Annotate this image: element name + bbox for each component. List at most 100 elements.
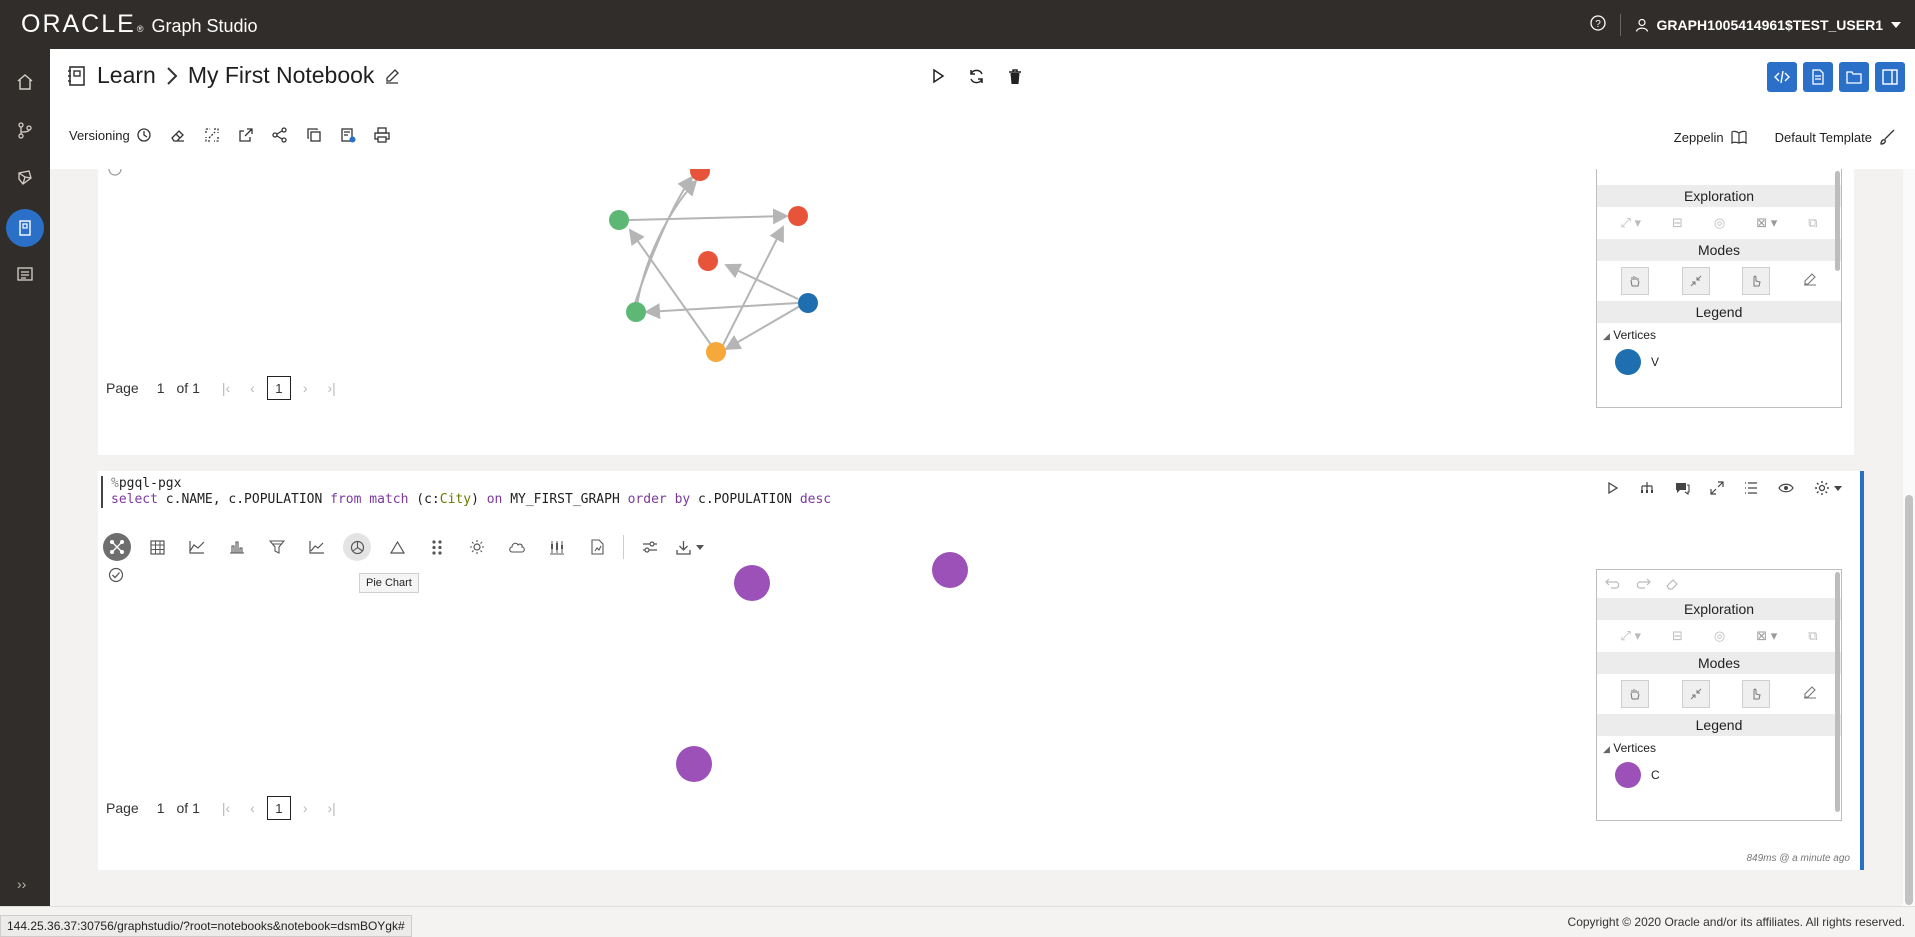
hierarchy-icon[interactable] (1640, 481, 1654, 495)
page-number-box[interactable]: 1 (266, 796, 291, 820)
user-menu[interactable]: GRAPH1005414961$TEST_USER1 (1635, 17, 1901, 33)
collapse-icon[interactable]: ⊟ (1672, 215, 1683, 231)
modes-tools (1597, 674, 1841, 714)
split-view-button[interactable] (1875, 62, 1905, 92)
expand-icon[interactable]: ⤢ ▾ (1620, 215, 1641, 231)
graph-edge (644, 302, 799, 320)
pager-total: of 1 (176, 800, 200, 816)
brand-logo[interactable]: ORACLE ® Graph Studio (21, 10, 258, 39)
group-icon[interactable]: ⊠ ▾ (1756, 215, 1777, 231)
legend-item[interactable]: V (1597, 347, 1841, 377)
graph-vertex[interactable] (734, 565, 770, 601)
gear-icon (1815, 481, 1829, 495)
first-page-icon[interactable]: |‹ (222, 380, 230, 396)
graph-settings-panel: Exploration ⤢ ▾ ⊟ ◎ ⊠ ▾ ⧉ Modes Legend ◢… (1596, 169, 1842, 408)
legend-header: Legend (1597, 714, 1841, 736)
eraser-icon[interactable] (170, 127, 186, 143)
user-name: GRAPH1005414961$TEST_USER1 (1656, 16, 1883, 33)
panel-scrollbar[interactable] (1835, 572, 1840, 812)
template-label: Default Template (1774, 129, 1872, 145)
legend-swatch (1615, 349, 1641, 375)
notebooks-icon[interactable] (6, 209, 44, 247)
graph-vertex[interactable] (690, 169, 710, 181)
pan-mode-icon[interactable] (1621, 267, 1650, 295)
document-view-button[interactable] (1803, 62, 1833, 92)
expand-rail-icon[interactable]: ›› (17, 876, 26, 892)
ungroup-icon[interactable]: ⧉ (1808, 215, 1817, 231)
graph-vertex[interactable] (609, 210, 629, 230)
redo-icon[interactable] (1635, 578, 1651, 590)
print-icon[interactable] (374, 127, 390, 143)
edit-title-icon[interactable] (384, 68, 400, 84)
share-icon[interactable] (272, 127, 288, 143)
magic-select-icon[interactable] (204, 127, 220, 143)
help-icon[interactable]: ? (1589, 15, 1606, 34)
collapse-icon[interactable]: ⊟ (1672, 628, 1683, 644)
code-view-button[interactable] (1767, 62, 1797, 92)
graph-canvas-1[interactable] (98, 169, 998, 409)
graph-vertex[interactable] (706, 342, 726, 362)
open-view-button[interactable] (1839, 62, 1869, 92)
group-icon[interactable]: ⊠ ▾ (1756, 628, 1777, 644)
graph-models-icon[interactable] (10, 115, 40, 145)
pan-mode-icon[interactable] (1621, 680, 1650, 708)
undo-icon[interactable] (1605, 578, 1621, 590)
comments-icon[interactable] (1674, 481, 1690, 495)
graphs-icon[interactable] (10, 163, 40, 193)
graph-vertex[interactable] (626, 302, 646, 322)
notebook-content[interactable]: Page 1 of 1 |‹ ‹ 1 › ›| Exploration ⤢ ▾ … (50, 169, 1915, 906)
graph-vertex[interactable] (698, 251, 718, 271)
notebook-run-controls (930, 68, 1023, 85)
next-page-icon[interactable]: › (303, 380, 308, 396)
breadcrumb-learn[interactable]: Learn (97, 62, 156, 89)
export-icon[interactable] (238, 127, 254, 143)
first-page-icon[interactable]: |‹ (222, 800, 230, 816)
visibility-icon[interactable] (1778, 482, 1794, 494)
fit-mode-icon[interactable] (1681, 680, 1710, 708)
vertices-group[interactable]: ◢ Vertices (1597, 323, 1841, 347)
pager-total: of 1 (176, 380, 200, 396)
graph-edge (628, 208, 789, 225)
home-icon[interactable] (10, 67, 40, 97)
run-timing: 849ms @ a minute ago (1746, 853, 1850, 864)
fullscreen-icon[interactable] (1710, 481, 1724, 495)
refresh-icon[interactable] (968, 68, 985, 85)
settings-menu[interactable] (1814, 480, 1842, 496)
focus-icon[interactable]: ◎ (1714, 628, 1725, 644)
interpreter-button[interactable]: Zeppelin (1674, 129, 1747, 145)
breadcrumb: Learn My First Notebook (67, 62, 400, 89)
next-page-icon[interactable]: › (303, 800, 308, 816)
copy-icon[interactable] (306, 127, 322, 143)
page-scrollbar-thumb[interactable] (1905, 495, 1913, 905)
prev-page-icon[interactable]: ‹ (250, 380, 255, 396)
fit-mode-icon[interactable] (1681, 267, 1710, 295)
edit-mode-icon[interactable] (1803, 272, 1817, 291)
prev-page-icon[interactable]: ‹ (250, 800, 255, 816)
jobs-icon[interactable] (10, 259, 40, 289)
run-paragraph-icon[interactable] (1606, 481, 1620, 495)
last-page-icon[interactable]: ›| (328, 380, 336, 396)
graph-canvas-2[interactable] (98, 471, 998, 791)
page-number-box[interactable]: 1 (266, 376, 291, 400)
panel-scrollbar[interactable] (1835, 171, 1840, 271)
delete-icon[interactable] (1007, 68, 1023, 85)
list-icon[interactable] (1744, 481, 1758, 495)
focus-icon[interactable]: ◎ (1714, 215, 1725, 231)
edit-mode-icon[interactable] (1803, 685, 1817, 704)
graph-vertex[interactable] (798, 293, 818, 313)
legend-item[interactable]: C (1597, 760, 1841, 790)
template-button[interactable]: Default Template (1775, 129, 1895, 145)
graph-vertex[interactable] (788, 206, 808, 226)
expand-icon[interactable]: ⤢ ▾ (1620, 628, 1641, 644)
select-mode-icon[interactable] (1742, 680, 1771, 708)
graph-vertex[interactable] (932, 552, 968, 588)
run-all-icon[interactable] (930, 68, 946, 84)
last-page-icon[interactable]: ›| (328, 800, 336, 816)
ungroup-icon[interactable]: ⧉ (1808, 628, 1817, 644)
versioning-button[interactable]: Versioning (69, 127, 152, 143)
graph-vertex[interactable] (676, 746, 712, 782)
notebook-settings-icon[interactable] (340, 127, 356, 143)
vertices-group[interactable]: ◢ Vertices (1597, 736, 1841, 760)
eraser-icon[interactable] (1665, 577, 1680, 591)
select-mode-icon[interactable] (1742, 267, 1771, 295)
